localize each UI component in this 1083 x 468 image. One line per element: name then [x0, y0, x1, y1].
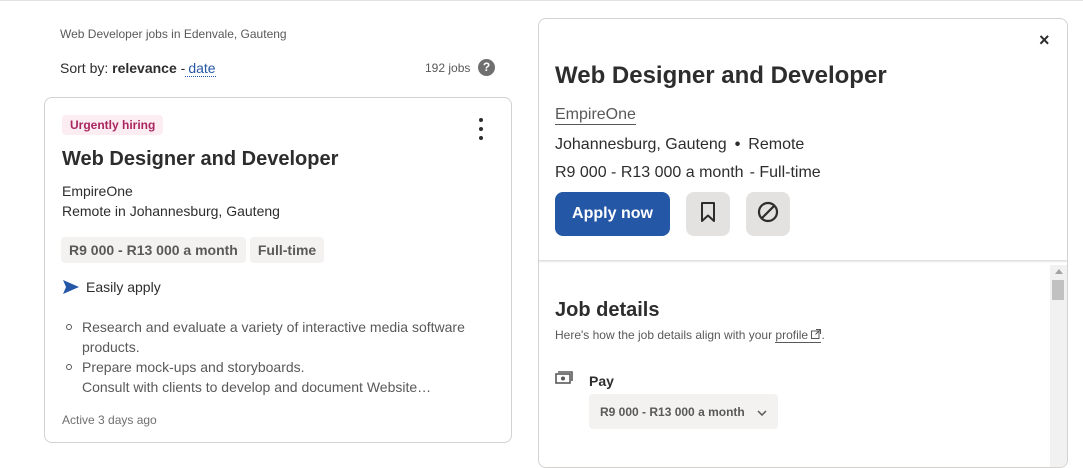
easy-apply-label: Easily apply — [86, 279, 161, 295]
job-card-tags: R9 000 - R13 000 a month Full-time — [61, 237, 325, 263]
scroll-up-arrow-icon[interactable] — [1055, 269, 1063, 274]
chevron-down-icon — [757, 405, 767, 419]
job-type-text: - Full-time — [749, 164, 821, 181]
job-card-location: Remote in Johannesburg, Gauteng — [62, 203, 280, 219]
job-detail-location: Johannesburg, Gauteng • Remote — [555, 136, 804, 154]
easy-apply-indicator: Easily apply — [62, 279, 161, 295]
pay-label: Pay — [589, 372, 614, 389]
top-divider — [0, 0, 1083, 1]
not-interested-button[interactable] — [746, 192, 790, 236]
sort-active-relevance: relevance — [112, 60, 177, 76]
save-job-button[interactable] — [686, 192, 730, 236]
job-card-snippet: Research and evaluate a variety of inter… — [62, 317, 512, 397]
bookmark-icon — [700, 201, 716, 227]
more-vertical-icon[interactable] — [471, 118, 491, 140]
search-results-title: Web Developer jobs in Edenvale, Gauteng — [60, 27, 287, 41]
job-details-subtitle: Here's how the job details align with yo… — [555, 328, 825, 343]
scroll-thumb[interactable] — [1052, 280, 1064, 300]
details-sub-prefix: Here's how the job details align with yo… — [555, 328, 776, 342]
job-detail-panel: × Web Designer and Developer EmpireOne J… — [538, 18, 1068, 468]
details-sub-suffix: . — [821, 328, 825, 342]
urgently-hiring-badge: Urgently hiring — [62, 115, 164, 135]
job-detail-company-link[interactable]: EmpireOne — [555, 106, 636, 125]
external-link-icon — [811, 328, 822, 342]
sort-prefix: Sort by: — [60, 60, 109, 76]
panel-divider — [539, 260, 1067, 263]
job-type-tag: Full-time — [249, 237, 325, 263]
job-card-company: EmpireOne — [62, 183, 133, 199]
work-mode: Remote — [748, 136, 805, 153]
job-detail-salary: R9 000 - R13 000 a month - Full-time — [555, 164, 821, 182]
detail-scrollbar[interactable] — [1050, 265, 1067, 467]
location-text: Johannesburg, Gauteng — [555, 136, 727, 153]
money-icon — [555, 371, 573, 390]
profile-link[interactable]: profile — [775, 328, 822, 343]
profile-link-label: profile — [775, 328, 809, 342]
job-card-title[interactable]: Web Designer and Developer — [62, 148, 338, 171]
apply-now-button[interactable]: Apply now — [555, 192, 670, 236]
job-count: 192 jobs — [425, 61, 471, 75]
question-circle-icon[interactable]: ? — [478, 59, 495, 76]
snippet-item: Consult with clients to develop and docu… — [82, 377, 512, 397]
job-card-posted-date: Active 3 days ago — [62, 413, 157, 427]
close-icon[interactable]: × — [1039, 31, 1050, 49]
pay-row: Pay — [555, 371, 614, 390]
location-separator: • — [734, 136, 741, 153]
job-detail-title: Web Designer and Developer — [555, 62, 887, 89]
snippet-item: Prepare mock-ups and storyboards. — [66, 357, 512, 377]
block-icon — [757, 201, 779, 228]
paper-plane-icon — [62, 279, 80, 295]
salary-text: R9 000 - R13 000 a month — [555, 164, 744, 181]
sort-control: Sort by: relevance - date — [60, 60, 216, 77]
sort-by-date-link[interactable]: date — [185, 60, 216, 77]
job-details-heading: Job details — [555, 299, 660, 321]
salary-tag: R9 000 - R13 000 a month — [61, 237, 246, 263]
snippet-item: Research and evaluate a variety of inter… — [66, 317, 512, 357]
pay-value: R9 000 - R13 000 a month — [600, 404, 745, 419]
job-card[interactable]: Urgently hiring Web Designer and Develop… — [44, 97, 512, 443]
pay-value-pill[interactable]: R9 000 - R13 000 a month — [589, 394, 778, 429]
